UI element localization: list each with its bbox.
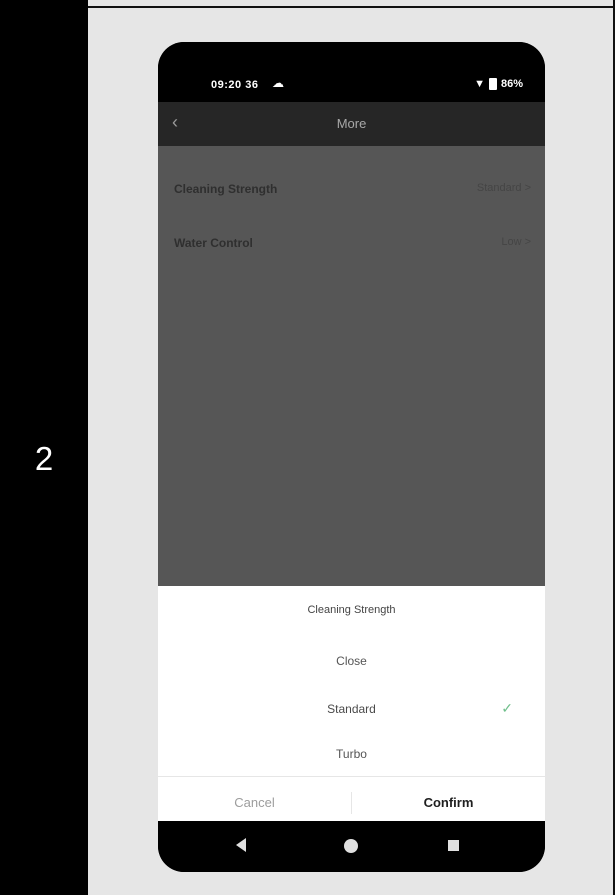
setting-value: Standard > (476, 182, 531, 194)
app-bar: ‹ More (158, 102, 545, 146)
step-number: 2 (34, 440, 54, 477)
option-label: Turbo (336, 747, 367, 761)
status-indicators: ▼ 86% (474, 78, 523, 90)
option-turbo[interactable]: Turbo (158, 735, 545, 775)
confirm-button[interactable]: Confirm (352, 786, 545, 820)
system-nav-bar (158, 823, 545, 872)
nav-recents-icon[interactable] (448, 840, 459, 851)
setting-label: Cleaning Strength (174, 182, 278, 196)
option-close[interactable]: Close (158, 642, 545, 682)
setting-row-cleaning-strength[interactable]: Cleaning Strength Standard > (158, 168, 545, 208)
status-bar: 09:20 36 ☁ ▼ 86% (158, 42, 545, 102)
page-title: More (336, 116, 367, 131)
bottom-sheet-picker: Cleaning Strength Close Standard ✓ Turbo… (158, 586, 545, 821)
cancel-button[interactable]: Cancel (158, 786, 351, 820)
settings-list-dimmed: Cleaning Strength Standard > Water Contr… (158, 146, 545, 586)
battery-icon (488, 78, 497, 90)
phone-frame: 09:20 36 ☁ ▼ 86% ‹ More Cleaning Strengt… (158, 42, 545, 872)
option-standard[interactable]: Standard ✓ (158, 690, 545, 730)
status-time: 09:20 36 (211, 79, 259, 91)
check-icon: ✓ (501, 700, 513, 716)
sheet-title: Cleaning Strength (307, 604, 396, 616)
cloud-icon: ☁ (272, 76, 284, 90)
step-column: 2 (0, 0, 88, 895)
option-label: Close (336, 654, 367, 668)
setting-label: Water Control (174, 236, 253, 250)
divider (158, 776, 545, 777)
setting-value: Low > (501, 236, 531, 248)
nav-back-icon[interactable] (236, 838, 246, 852)
panel-top-border (88, 0, 615, 8)
battery-percent: 86% (500, 78, 523, 90)
nav-home-icon[interactable] (344, 839, 358, 853)
option-label: Standard (327, 702, 376, 716)
wifi-icon: ▼ (474, 78, 485, 90)
setting-row-water-control[interactable]: Water Control Low > (158, 222, 545, 262)
